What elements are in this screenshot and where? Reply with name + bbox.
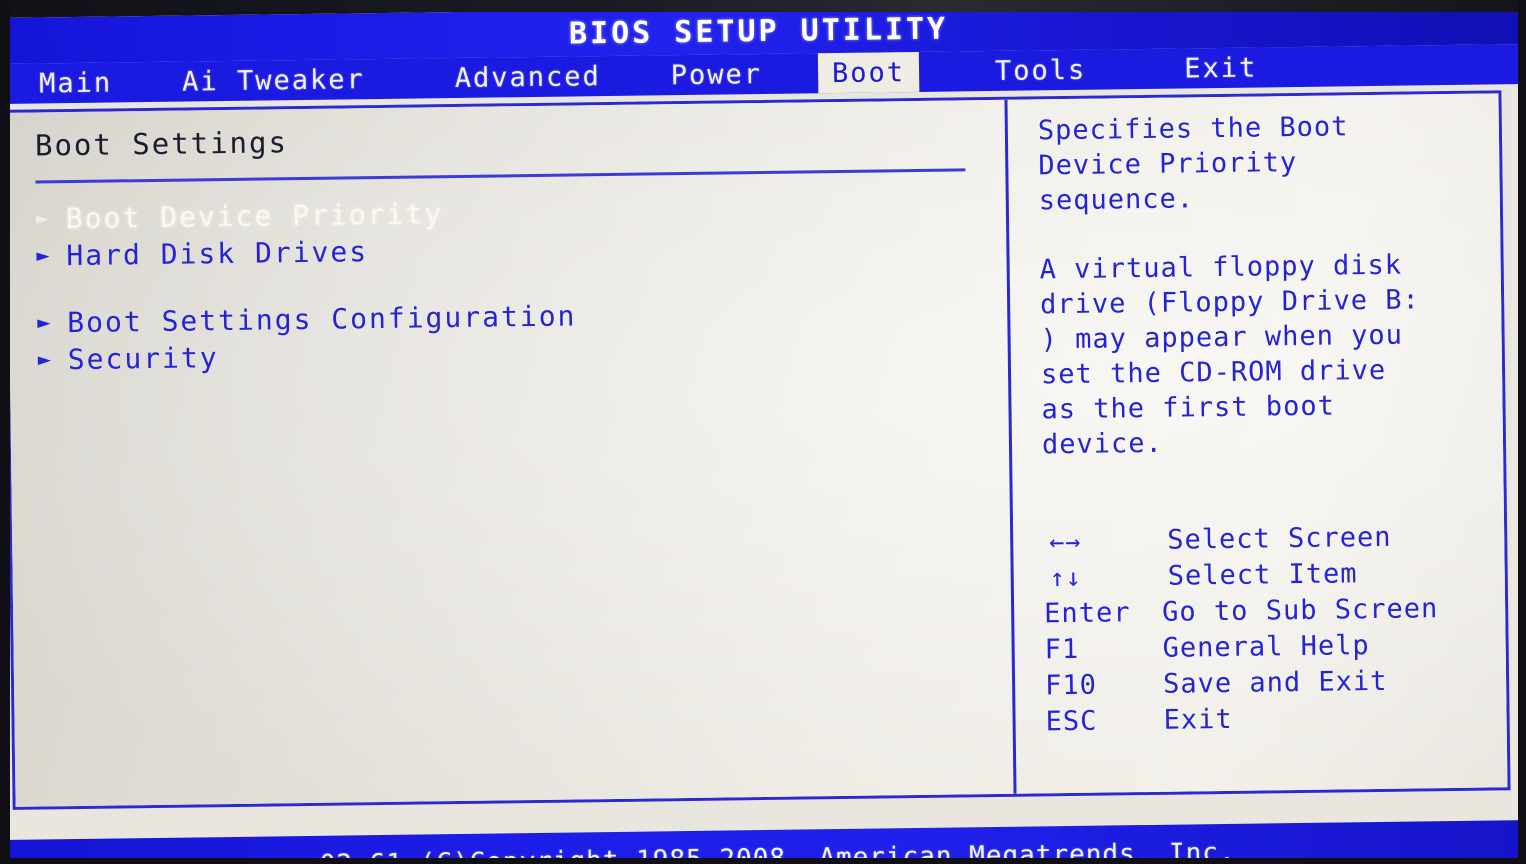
- right-triangle-icon: ►: [37, 309, 51, 336]
- legend-row-f10: F10 Save and Exit: [1045, 662, 1495, 704]
- monitor-bezel-bottom: [0, 858, 1526, 864]
- tab-boot[interactable]: Boot: [817, 51, 920, 94]
- key-legend: ←→ Select Screen ↑↓ Select Item Enter Go…: [1043, 518, 1496, 740]
- tab-gap: [614, 55, 657, 96]
- page-title: BIOS SETUP UTILITY: [568, 11, 949, 52]
- enter-key-label: Enter: [1043, 597, 1131, 630]
- legend-description: Select Screen: [1167, 521, 1392, 556]
- help-paragraph: A virtual floppy disk drive (Floppy Driv…: [1039, 249, 1420, 461]
- tab-ai-tweaker[interactable]: Ai Tweaker: [168, 59, 379, 102]
- section-title: Boot Settings: [34, 125, 289, 163]
- legend-row-f1: F1 General Help: [1044, 626, 1494, 668]
- content-frame: Boot Settings ► Boot Device Priority ► H…: [3, 90, 1511, 810]
- help-text: Specifies the Boot Device Priority seque…: [1038, 108, 1473, 497]
- f10-key-label: F10: [1044, 669, 1098, 702]
- up-down-arrow-icon: ↑↓: [1049, 562, 1083, 593]
- right-triangle-icon: ►: [35, 205, 50, 232]
- tab-main[interactable]: Main: [25, 62, 127, 103]
- right-triangle-icon: ►: [36, 242, 50, 269]
- f1-key-label: F1: [1044, 633, 1080, 666]
- setting-label: Boot Settings Configuration: [67, 299, 577, 340]
- setting-label: Security: [67, 341, 219, 377]
- legend-description: Save and Exit: [1162, 665, 1388, 700]
- legend-row-enter: Enter Go to Sub Screen: [1044, 590, 1494, 632]
- right-triangle-icon: ►: [37, 346, 52, 372]
- tab-gap: [1100, 49, 1171, 90]
- legend-row-select-item: ↑↓ Select Item: [1043, 554, 1493, 596]
- legend-description: Select Item: [1167, 558, 1358, 592]
- tab-gap: [919, 51, 982, 92]
- setting-label: Boot Device Priority: [65, 197, 444, 236]
- monitor-bezel-top: [0, 0, 1526, 12]
- tab-gap: [378, 58, 441, 99]
- monitor-photo: BIOS SETUP UTILITY Main Ai Tweaker Advan…: [0, 0, 1526, 864]
- tab-exit[interactable]: Exit: [1170, 47, 1272, 88]
- monitor-bezel-right: [1518, 0, 1526, 864]
- section-divider: [35, 168, 966, 184]
- legend-description: Go to Sub Screen: [1161, 593, 1439, 628]
- help-pane: Specifies the Boot Device Priority seque…: [1004, 93, 1508, 794]
- tab-tools[interactable]: Tools: [981, 50, 1101, 92]
- monitor-bezel-left: [0, 0, 10, 864]
- settings-list[interactable]: ► Boot Device Priority ► Hard Disk Drive…: [36, 188, 968, 378]
- legend-description: Exit: [1163, 703, 1233, 736]
- esc-key-label: ESC: [1045, 705, 1098, 738]
- setting-label: Hard Disk Drives: [66, 235, 369, 273]
- legend-description: General Help: [1162, 630, 1370, 664]
- tab-gap: [126, 62, 169, 103]
- bios-screen: BIOS SETUP UTILITY Main Ai Tweaker Advan…: [0, 0, 1526, 864]
- left-right-arrow-icon: ←→: [1049, 526, 1082, 557]
- legend-row-esc: ESC Exit: [1045, 698, 1495, 740]
- help-paragraph: Specifies the Boot Device Priority seque…: [1037, 111, 1349, 217]
- legend-row-select-screen: ←→ Select Screen: [1043, 518, 1493, 560]
- tab-advanced[interactable]: Advanced: [440, 56, 615, 98]
- tab-gap: [776, 53, 819, 94]
- tab-power[interactable]: Power: [656, 54, 776, 96]
- settings-pane: Boot Settings ► Boot Device Priority ► H…: [7, 100, 1008, 807]
